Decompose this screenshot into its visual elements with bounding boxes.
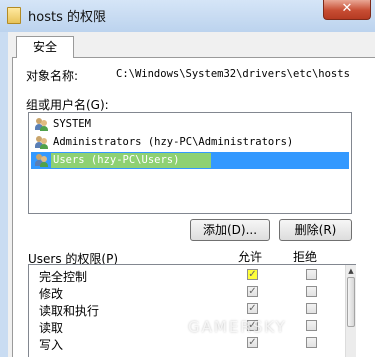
allow-checkbox[interactable]: ✓: [247, 337, 258, 348]
user-name: Administrators (hzy-PC\Administrators): [53, 136, 294, 148]
permissions-scrollbar[interactable]: ▲: [345, 265, 356, 357]
close-button[interactable]: ✕: [323, 0, 371, 20]
list-item[interactable]: Administrators (hzy-PC\Administrators): [31, 134, 349, 151]
deny-checkbox[interactable]: [306, 286, 317, 297]
user-name: Users (hzy-PC\Users): [53, 154, 180, 166]
deny-checkbox[interactable]: [306, 303, 317, 314]
permission-row: 写入 ✓: [29, 335, 345, 352]
deny-column-header: 拒绝: [293, 250, 318, 264]
title-bar: hosts 的权限 ✕: [0, 0, 375, 32]
remove-button[interactable]: 删除(R): [279, 219, 352, 241]
permission-row: 完全控制 ✓: [29, 267, 345, 284]
list-item-selected[interactable]: Users (hzy-PC\Users): [31, 152, 349, 169]
user-group-icon: [35, 117, 49, 131]
user-group-icon: [35, 153, 49, 167]
permission-row: 读取和执行 ✓: [29, 301, 345, 318]
permissions-list: 完全控制 ✓ 修改 ✓ 读取和执行 ✓ 读取 ✓ 写入 ✓ ▲: [28, 264, 356, 357]
permission-row: 修改 ✓: [29, 284, 345, 301]
group-list-label: 组或用户名(G):: [26, 98, 109, 112]
window-title: hosts 的权限: [28, 10, 106, 25]
deny-checkbox[interactable]: [306, 337, 317, 348]
permission-row: 读取 ✓: [29, 318, 345, 335]
scrollbar-thumb[interactable]: [347, 277, 355, 327]
deny-checkbox[interactable]: [306, 269, 317, 280]
allow-checkbox[interactable]: ✓: [247, 303, 258, 314]
list-item[interactable]: SYSTEM: [31, 116, 349, 133]
permission-name: 完全控制: [39, 270, 88, 284]
watermark: GAMERSKY: [188, 318, 287, 336]
permission-name: 写入: [39, 338, 64, 352]
tab-security[interactable]: 安全: [16, 36, 74, 58]
close-icon: ✕: [341, 1, 353, 16]
permission-name: 读取: [39, 321, 64, 335]
folder-icon: [7, 7, 21, 24]
permission-name: 修改: [39, 287, 64, 301]
permission-name: 读取和执行: [39, 304, 100, 318]
object-name-label: 对象名称:: [26, 69, 79, 83]
add-button[interactable]: 添加(D)...: [190, 219, 270, 241]
object-name-value: C:\Windows\System32\drivers\etc\hosts: [116, 68, 350, 80]
scroll-up-arrow-icon[interactable]: ▲: [347, 266, 355, 276]
allow-column-header: 允许: [238, 250, 263, 264]
dialog-client: 安全 对象名称: C:\Windows\System32\drivers\etc…: [8, 32, 375, 357]
user-group-icon: [35, 135, 49, 149]
deny-checkbox[interactable]: [306, 320, 317, 331]
group-user-list[interactable]: SYSTEM Administrators (hzy-PC\Administra…: [28, 112, 352, 214]
user-name: SYSTEM: [53, 118, 91, 130]
allow-checkbox[interactable]: ✓: [247, 286, 258, 297]
allow-checkbox[interactable]: ✓: [247, 269, 258, 280]
